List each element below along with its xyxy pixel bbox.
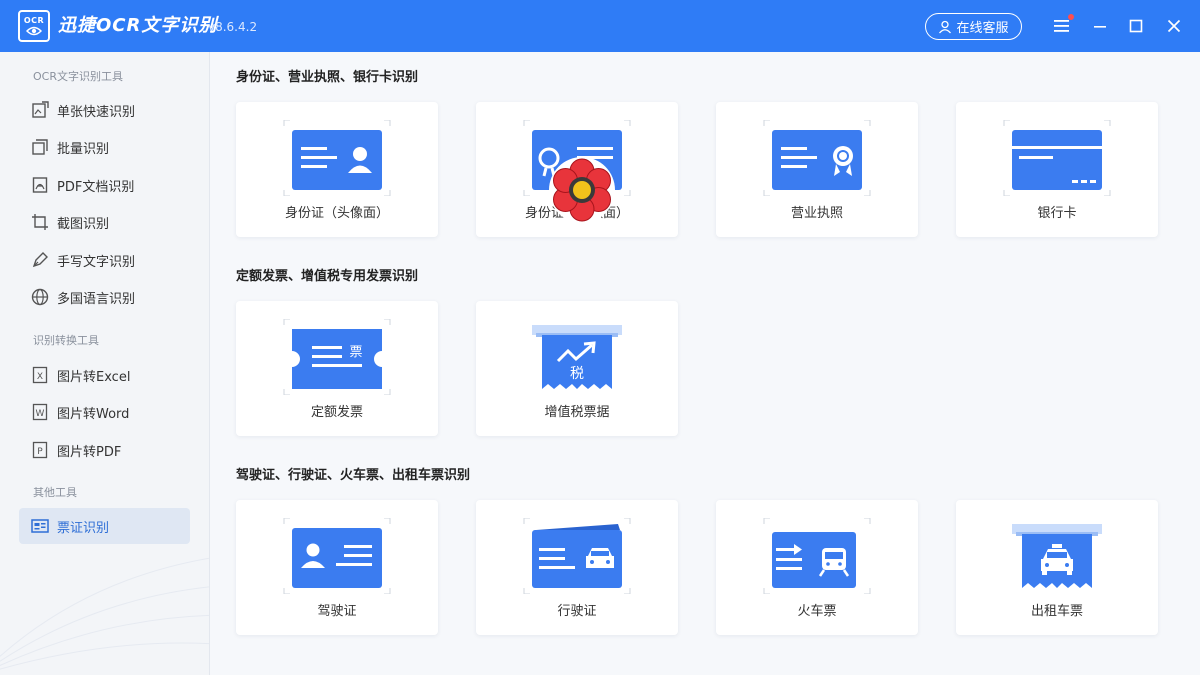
sidebar-item-label: 手写文字识别 [57,254,136,270]
title-bar: OCR 迅捷OCR文字识别 v8.6.4.2 在线客服 [0,0,1200,52]
maximize-button[interactable] [1124,14,1148,38]
svg-text:税: 税 [570,366,584,382]
section-title-invoices: 定额发票、增值税专用发票识别 [236,269,419,284]
train-ticket-icon [763,518,871,594]
vehicle-license-icon [523,518,631,594]
card-label: 身份证（头像面） [284,206,389,221]
card-label: 火车票 [797,604,837,619]
sidebar-section-other-tools: 其他工具 [33,486,77,499]
pdf-file-icon: P [31,441,49,459]
card-business-license[interactable]: 营业执照 [716,102,918,237]
sidebar-item-label: PDF文档识别 [57,179,135,195]
sidebar-section-conversion-tools: 识别转换工具 [33,334,99,347]
taxi-ticket-icon [1012,524,1102,588]
eye-icon [26,26,42,36]
sidebar-item-batch-recognition[interactable]: 批量识别 [19,129,190,165]
app-version: v8.6.4.2 [208,20,258,34]
sidebar-item-single-recognition[interactable]: 单张快速识别 [19,92,190,128]
section-title-id-license-bank: 身份证、营业执照、银行卡识别 [236,70,419,85]
sidebar-item-label: 批量识别 [57,141,110,157]
card-label: 行驶证 [557,604,597,619]
sidebar: OCR文字识别工具 单张快速识别 批量识别 PDF文档识别 截图识别 手写文字识… [0,52,210,675]
online-service-button[interactable]: 在线客服 [925,13,1022,40]
excel-icon: X [31,366,49,384]
app-logo: OCR [18,10,50,42]
card-label: 定额发票 [310,405,363,420]
svg-text:W: W [36,409,45,419]
sidebar-section-ocr-tools: OCR文字识别工具 [33,70,123,83]
batch-icon [31,138,49,156]
minimize-icon [1094,26,1106,28]
single-image-icon [31,101,49,119]
svg-text:X: X [37,372,43,382]
main-content: 身份证、营业执照、银行卡识别 身份证（头像面） 身份证（国徽面） 营业执照 银行… [211,52,1200,675]
sidebar-item-pdf-recognition[interactable]: PDF文档识别 [19,167,190,203]
svg-text:票: 票 [349,345,362,360]
sidebar-item-image-to-word[interactable]: W 图片转Word [19,394,190,430]
notification-dot [1068,14,1074,20]
card-label: 驾驶证 [317,604,357,619]
app-title: 迅捷OCR文字识别 [58,15,218,36]
card-id-card-back[interactable]: 身份证（国徽面） [476,102,678,237]
sidebar-item-handwriting-recognition[interactable]: 手写文字识别 [19,242,190,278]
card-driver-license[interactable]: 驾驶证 [236,500,438,635]
ticket-icon [31,517,49,535]
driver-license-icon [283,518,391,594]
pdf-icon [31,176,49,194]
sidebar-item-label: 图片转Word [57,406,130,422]
sidebar-item-label: 截图识别 [57,216,110,232]
sidebar-item-label: 票证识别 [57,520,110,536]
crop-icon [31,213,49,231]
card-fixed-invoice[interactable]: 票 定额发票 [236,301,438,436]
id-card-front-icon [283,120,391,196]
sidebar-item-label: 图片转Excel [57,369,131,385]
menu-icon [1054,20,1069,32]
svg-text:P: P [37,447,43,457]
globe-icon [31,288,49,306]
section-title-driving-transport: 驾驶证、行驶证、火车票、出租车票识别 [236,468,471,483]
card-label: 出租车票 [1030,604,1083,619]
sidebar-item-label: 图片转PDF [57,444,122,460]
word-icon: W [31,403,49,421]
card-train-ticket[interactable]: 火车票 [716,500,918,635]
card-label: 银行卡 [1037,206,1077,221]
user-icon [939,20,952,33]
menu-button[interactable] [1050,14,1074,38]
sidebar-item-label: 单张快速识别 [57,104,136,120]
card-bank-card[interactable]: 银行卡 [956,102,1158,237]
bank-card-icon [1003,120,1111,196]
sidebar-item-multilanguage-recognition[interactable]: 多国语言识别 [19,279,190,315]
vat-invoice-icon: 税 [532,325,622,389]
card-taxi-ticket[interactable]: 出租车票 [956,500,1158,635]
close-icon [1167,19,1181,33]
pen-icon [31,251,49,269]
online-service-label: 在线客服 [956,21,1009,36]
close-button[interactable] [1162,14,1186,38]
card-label: 身份证（国徽面） [524,206,629,221]
card-id-card-front[interactable]: 身份证（头像面） [236,102,438,237]
minimize-button[interactable] [1088,14,1112,38]
fixed-invoice-icon: 票 [283,319,391,395]
sidebar-item-image-to-excel[interactable]: X 图片转Excel [19,357,190,393]
sidebar-item-label: 多国语言识别 [57,291,136,307]
sidebar-item-image-to-pdf[interactable]: P 图片转PDF [19,432,190,468]
sidebar-item-screenshot-recognition[interactable]: 截图识别 [19,204,190,240]
card-vat-invoice[interactable]: 税 增值税票据 [476,301,678,436]
card-label: 营业执照 [790,206,843,221]
id-card-back-icon [523,120,631,196]
card-label: 增值税票据 [544,405,610,420]
card-vehicle-license[interactable]: 行驶证 [476,500,678,635]
maximize-icon [1129,19,1143,33]
logo-text: OCR [23,16,45,25]
sidebar-item-ticket-recognition[interactable]: 票证识别 [19,508,190,544]
business-license-icon [763,120,871,196]
